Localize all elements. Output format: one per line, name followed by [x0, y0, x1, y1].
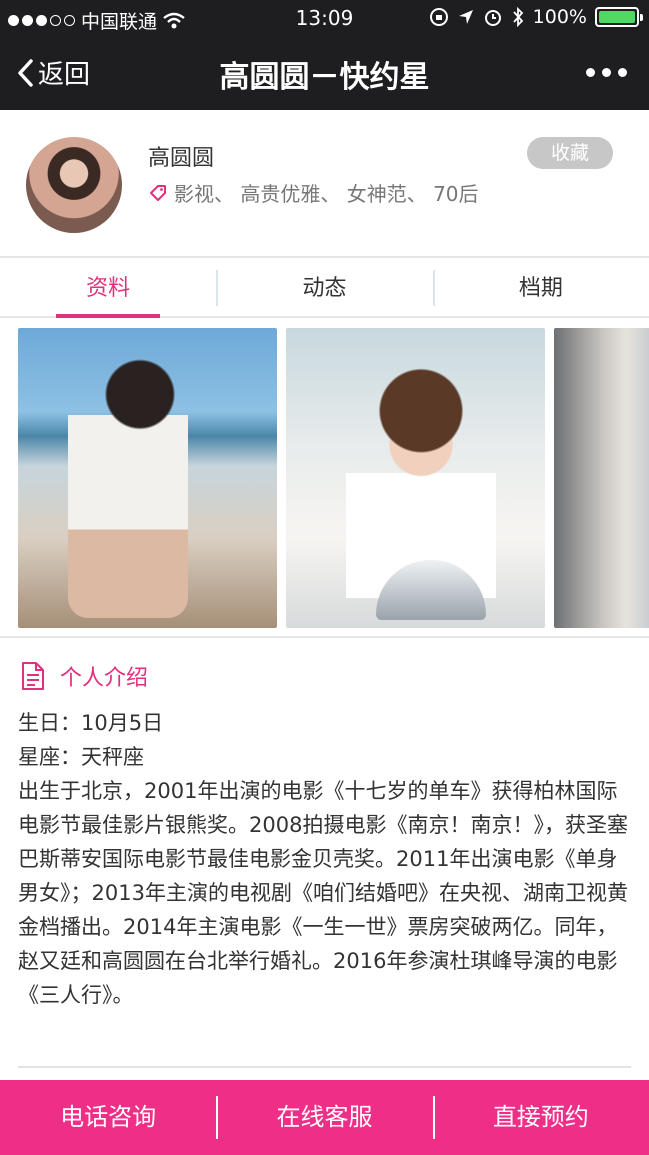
- battery-percent: 100%: [532, 6, 587, 28]
- tab-schedule[interactable]: 档期: [432, 260, 649, 316]
- intro-header: 个人介绍: [20, 660, 148, 692]
- document-icon: [22, 662, 44, 690]
- tab-updates[interactable]: 动态: [216, 260, 432, 316]
- direct-booking-button[interactable]: 直接预约: [432, 1080, 649, 1155]
- gallery-photo[interactable]: [554, 328, 649, 628]
- bio-text: 出生于北京，2001年出演的电影《十七岁的单车》获得柏林国际电影节最佳影片银熊奖…: [18, 779, 628, 1007]
- phone-consult-button[interactable]: 电话咨询: [0, 1080, 216, 1155]
- bluetooth-icon: [512, 7, 523, 27]
- alarm-icon: [484, 10, 501, 26]
- location-arrow-icon: [458, 10, 473, 24]
- birthday-text: 生日：10月5日: [18, 711, 164, 735]
- top-bar: 中国联通 13:09 100% 返回 高圆圆－快约星: [0, 0, 649, 110]
- personal-intro-section: 个人介绍 生日：10月5日 星座：天秤座 出生于北京，2001年出演的电影《十七…: [0, 640, 649, 1070]
- collect-button[interactable]: 收藏: [527, 137, 613, 169]
- rotation-lock-icon: [429, 8, 448, 26]
- divider: [18, 1066, 631, 1068]
- profile-name: 高圆圆: [148, 146, 215, 171]
- online-service-button[interactable]: 在线客服: [216, 1080, 432, 1155]
- more-options-button[interactable]: [586, 68, 627, 77]
- page-title: 高圆圆－快约星: [219, 60, 430, 95]
- gallery-photo[interactable]: [18, 328, 277, 628]
- navigation-bar: 返回 高圆圆－快约星: [0, 40, 649, 106]
- intro-heading: 个人介绍: [60, 666, 149, 691]
- gallery-photo[interactable]: [286, 328, 545, 628]
- avatar: [26, 137, 122, 233]
- status-right: 100%: [429, 6, 643, 28]
- tab-profile-info[interactable]: 资料: [0, 260, 216, 318]
- intro-body: 生日：10月5日 星座：天秤座 出生于北京，2001年出演的电影《十七岁的单车》…: [18, 706, 632, 1012]
- tag-icon: [150, 184, 166, 201]
- tab-bar: 资料 动态 档期: [0, 260, 649, 318]
- bottom-action-bar: 电话咨询 在线客服 直接预约: [0, 1080, 649, 1155]
- photo-gallery[interactable]: [0, 318, 649, 638]
- profile-header: 高圆圆 影视、 高贵优雅、 女神范、 70后 收藏: [0, 110, 649, 258]
- status-bar: 中国联通 13:09 100%: [0, 0, 649, 36]
- constellation-text: 星座：天秤座: [18, 745, 144, 769]
- profile-tags: 影视、 高贵优雅、 女神范、 70后: [148, 178, 479, 207]
- battery-icon: [595, 7, 643, 27]
- tags-text: 影视、 高贵优雅、 女神范、 70后: [174, 182, 479, 206]
